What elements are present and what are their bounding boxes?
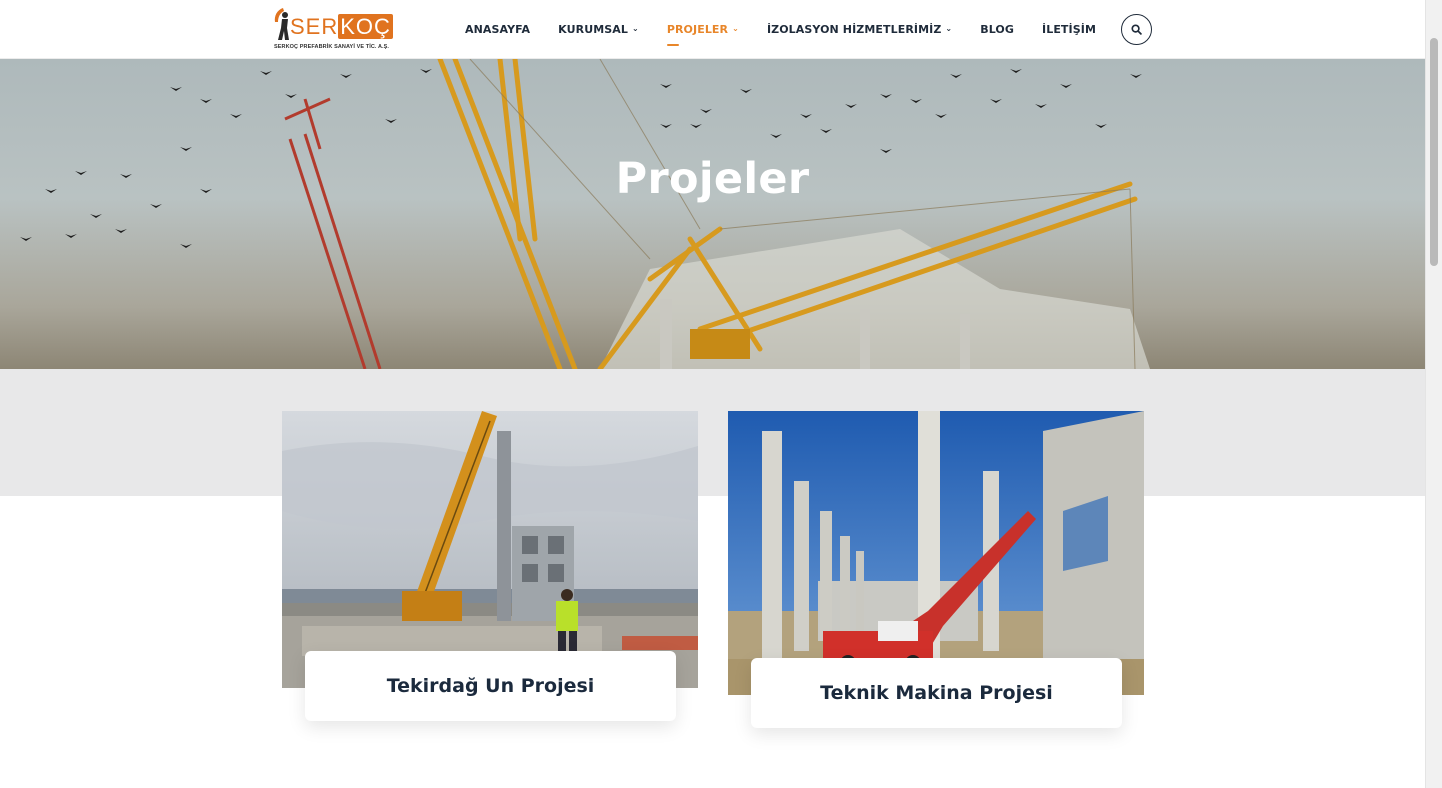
nav-item-iletisim[interactable]: İLETİŞİM — [1042, 23, 1096, 36]
site-logo[interactable]: SERKOÇ SERKOÇ PREFABRİK SANAYİ VE TİC. A… — [272, 6, 393, 54]
project-card[interactable]: Tekirdağ Un Projesi — [282, 411, 698, 721]
content-gray-band — [0, 369, 1425, 496]
logo-tagline: SERKOÇ PREFABRİK SANAYİ VE TİC. A.Ş. — [274, 44, 390, 50]
nav-item-projeler[interactable]: PROJELER ⌄ — [666, 23, 739, 46]
main-nav: ANASAYFA KURUMSAL ⌄ PROJELER ⌄ İZOLASYON H… — [465, 0, 1124, 58]
project-title-box[interactable]: Teknik Makina Projesi — [751, 658, 1122, 728]
chevron-down-icon: ⌄ — [732, 23, 739, 33]
project-image[interactable] — [728, 411, 1144, 695]
nav-item-anasayfa[interactable]: ANASAYFA — [465, 23, 530, 36]
page-hero-banner: Projeler — [0, 59, 1425, 369]
chevron-down-icon: ⌄ — [945, 23, 953, 33]
project-image[interactable] — [282, 411, 698, 688]
page-scrollbar[interactable] — [1425, 0, 1442, 788]
scrollbar-thumb[interactable] — [1430, 38, 1438, 266]
project-title[interactable]: Tekirdağ Un Projesi — [387, 675, 595, 697]
project-title-box[interactable]: Tekirdağ Un Projesi — [305, 651, 676, 721]
nav-item-kurumsal[interactable]: KURUMSAL ⌄ — [558, 23, 639, 36]
chevron-down-icon: ⌄ — [632, 23, 639, 33]
page-title: Projeler — [615, 154, 810, 204]
project-card[interactable]: Teknik Makina Projesi — [728, 411, 1144, 728]
search-icon — [1131, 24, 1142, 35]
logo-wordmark: SERKOÇ — [290, 14, 393, 39]
cranes-background-image — [20, 59, 1150, 369]
project-title[interactable]: Teknik Makina Projesi — [820, 682, 1053, 704]
site-header: SERKOÇ SERKOÇ PREFABRİK SANAYİ VE TİC. A… — [0, 0, 1425, 59]
nav-item-blog[interactable]: BLOG — [980, 23, 1014, 36]
nav-item-izolasyon[interactable]: İZOLASYON HİZMETLERİMİZ ⌄ — [767, 23, 952, 36]
search-button[interactable] — [1121, 14, 1152, 45]
